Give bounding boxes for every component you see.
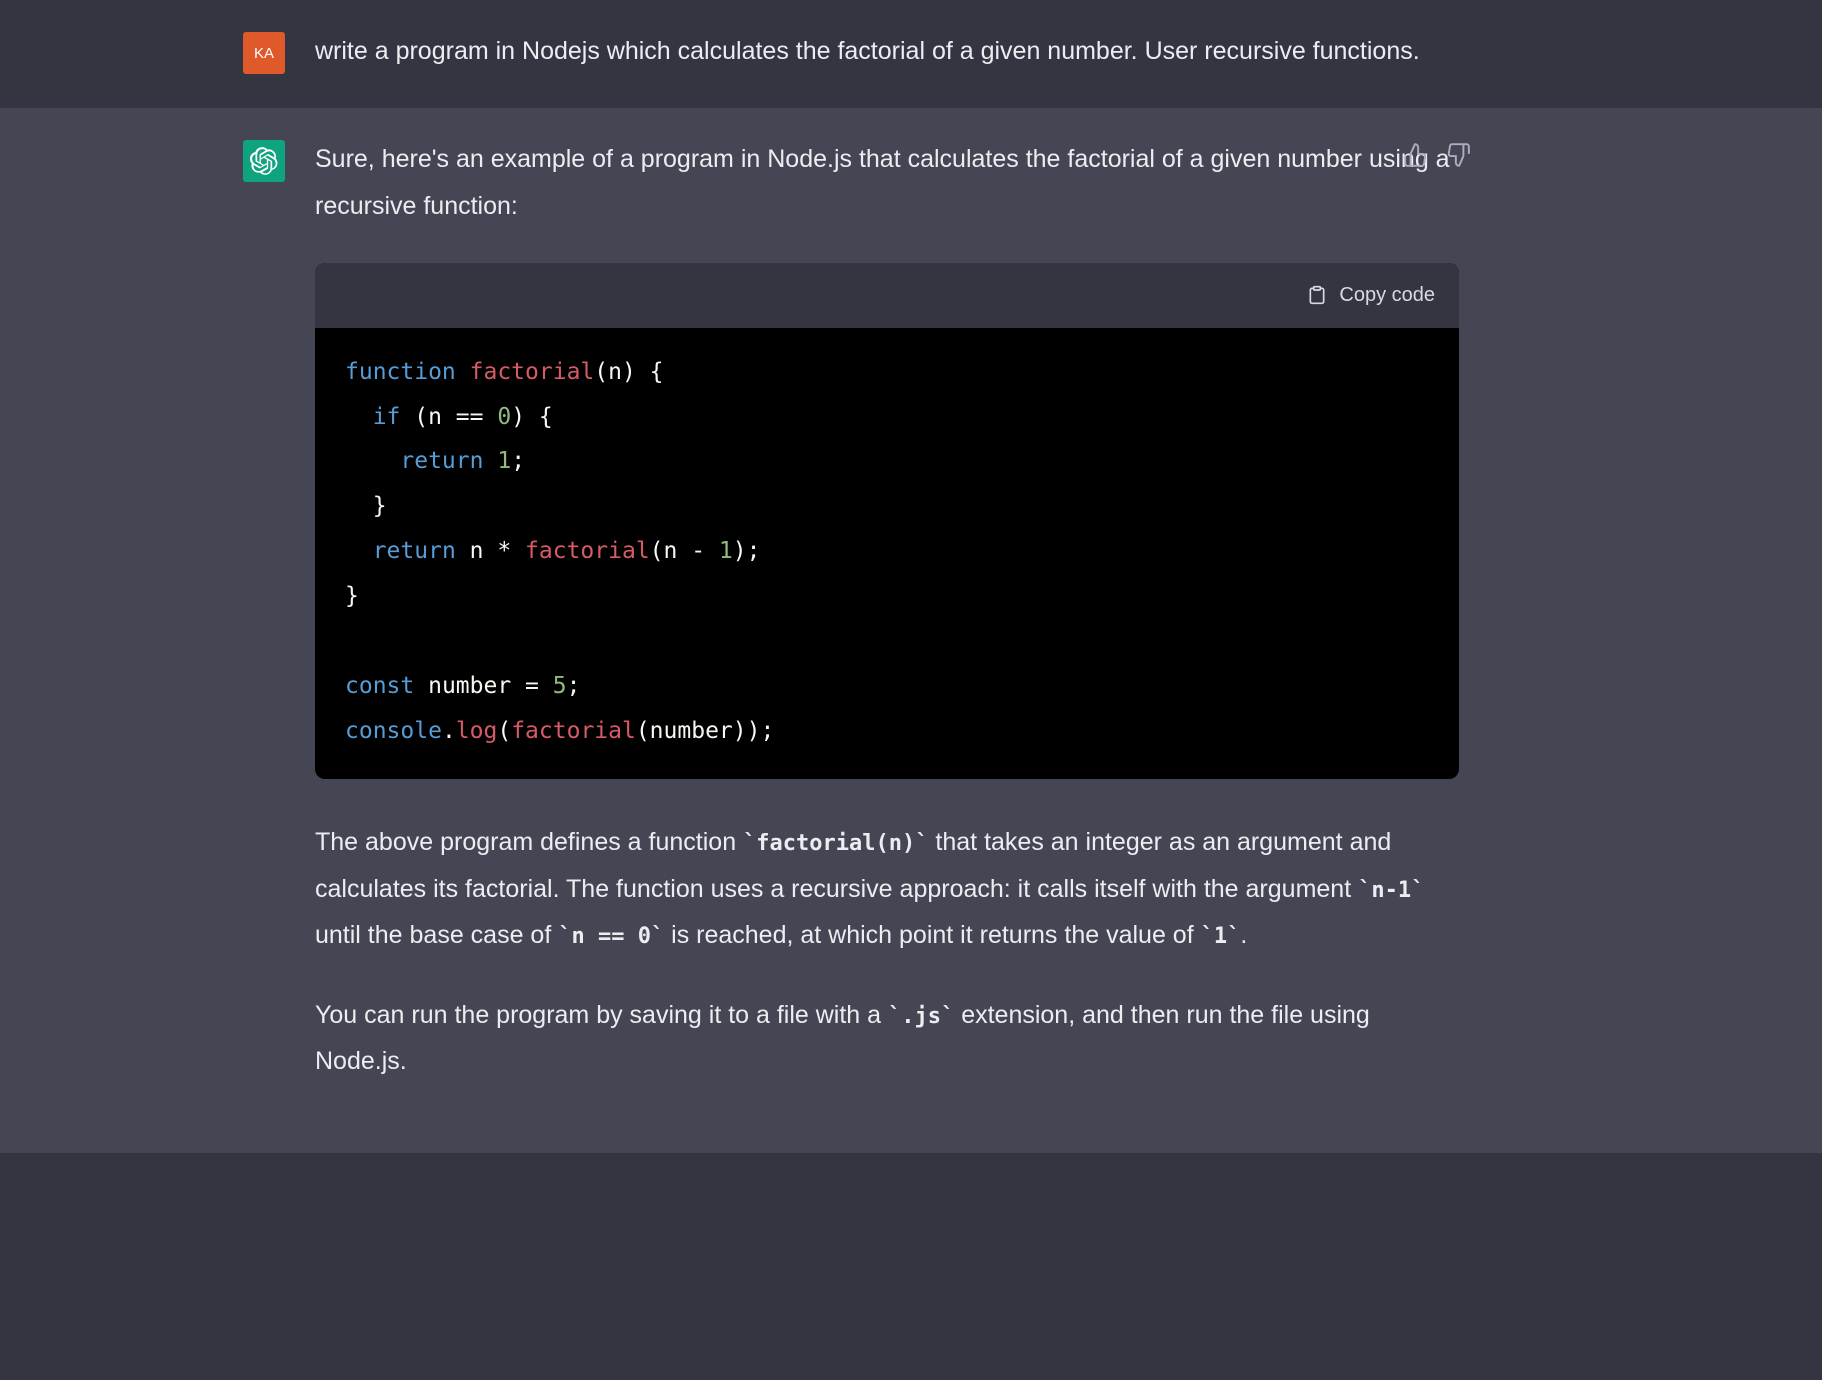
code-token: (number)); [636, 718, 774, 744]
code-token: ) { [622, 359, 664, 385]
user-message-row: KA write a program in Nodejs which calcu… [0, 0, 1822, 108]
code-block-header[interactable]: Copy code [315, 263, 1459, 328]
assistant-message-content: Sure, here's an example of a program in … [315, 136, 1579, 1118]
code-token [456, 359, 470, 385]
text-span: . [1240, 921, 1247, 949]
user-avatar: KA [243, 32, 285, 74]
assistant-message-inner: Sure, here's an example of a program in … [151, 136, 1671, 1118]
user-message-inner: KA write a program in Nodejs which calcu… [151, 28, 1671, 74]
code-token: console [345, 718, 442, 744]
openai-logo-icon [250, 147, 278, 175]
code-token: (n - [650, 538, 719, 564]
user-avatar-initials: KA [254, 45, 274, 62]
assistant-explanation-1: The above program defines a function `fa… [315, 819, 1459, 958]
code-token: } [345, 493, 387, 519]
code-token: 1 [719, 538, 733, 564]
inline-code: `1` [1201, 924, 1241, 949]
text-span: You can run the program by saving it to … [315, 1001, 888, 1029]
thumbs-down-icon[interactable] [1445, 142, 1471, 168]
code-token: return [373, 538, 456, 564]
code-token: const [345, 673, 414, 699]
inline-code: `.js` [888, 1004, 954, 1029]
code-token: factorial [470, 359, 595, 385]
code-token: 5 [553, 673, 567, 699]
code-token: number = [414, 673, 552, 699]
code-token: ( [497, 718, 511, 744]
user-message-content: write a program in Nodejs which calculat… [315, 28, 1579, 74]
code-token [345, 404, 373, 430]
reaction-buttons [1403, 142, 1471, 168]
code-token: (n == [400, 404, 497, 430]
code-token: factorial [511, 718, 636, 744]
code-token: 0 [497, 404, 511, 430]
text-span: until the base case of [315, 921, 558, 949]
code-token: function [345, 359, 456, 385]
code-token: ; [511, 448, 525, 474]
assistant-message-row: Sure, here's an example of a program in … [0, 108, 1822, 1152]
user-prompt-text: write a program in Nodejs which calculat… [315, 37, 1420, 65]
code-token: 1 [497, 448, 511, 474]
code-token: . [442, 718, 456, 744]
code-token: ); [733, 538, 761, 564]
thumbs-up-icon[interactable] [1403, 142, 1429, 168]
clipboard-icon [1307, 285, 1327, 305]
code-token [345, 448, 400, 474]
assistant-explanation-2: You can run the program by saving it to … [315, 992, 1459, 1085]
code-token: ; [567, 673, 581, 699]
code-token: if [373, 404, 401, 430]
assistant-avatar [243, 140, 285, 182]
code-body: function factorial(n) { if (n == 0) { re… [315, 328, 1459, 780]
code-token: factorial [525, 538, 650, 564]
text-span: is reached, at which point it returns th… [664, 921, 1200, 949]
code-token: n [608, 359, 622, 385]
inline-code: `n-1` [1358, 878, 1424, 903]
code-token: ) { [511, 404, 553, 430]
code-block: Copy code function factorial(n) { if (n … [315, 263, 1459, 780]
inline-code: `factorial(n)` [743, 831, 928, 856]
copy-code-label: Copy code [1339, 277, 1435, 314]
code-token: return [400, 448, 483, 474]
code-token [345, 538, 373, 564]
code-token: n * [456, 538, 525, 564]
text-span: The above program defines a function [315, 828, 743, 856]
inline-code: `n == 0` [558, 924, 664, 949]
code-token: ( [594, 359, 608, 385]
assistant-intro-text: Sure, here's an example of a program in … [315, 136, 1459, 229]
code-token [483, 448, 497, 474]
code-token: } [345, 583, 359, 609]
code-token: log [456, 718, 498, 744]
